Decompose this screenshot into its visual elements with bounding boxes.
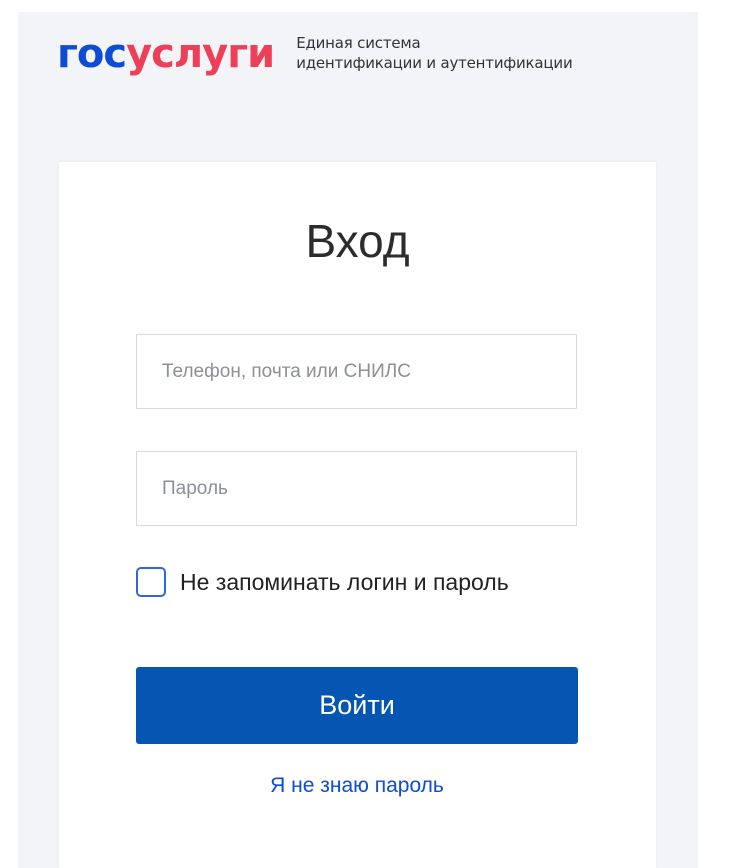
- remember-checkbox-label[interactable]: Не запоминать логин и пароль: [180, 569, 509, 596]
- gosuslugi-logo[interactable]: госуслуги: [57, 28, 275, 80]
- logo-part-uslugi: услуги: [126, 31, 275, 77]
- logo-part-gos: гос: [57, 31, 127, 77]
- remember-checkbox[interactable]: [136, 567, 166, 597]
- password-input[interactable]: [136, 451, 577, 526]
- tagline-line-2: идентификации и аутентификации: [296, 54, 573, 72]
- login-input[interactable]: [136, 334, 577, 409]
- remember-option[interactable]: Не запоминать логин и пароль: [136, 567, 509, 597]
- system-tagline: Единая система идентификации и аутентифи…: [296, 33, 573, 73]
- login-title: Вход: [305, 215, 410, 267]
- login-button[interactable]: Войти: [136, 667, 578, 744]
- forgot-password-link[interactable]: Я не знаю пароль: [136, 774, 578, 798]
- tagline-line-1: Единая система: [296, 34, 421, 52]
- header: госуслуги Единая система идентификации и…: [57, 28, 573, 88]
